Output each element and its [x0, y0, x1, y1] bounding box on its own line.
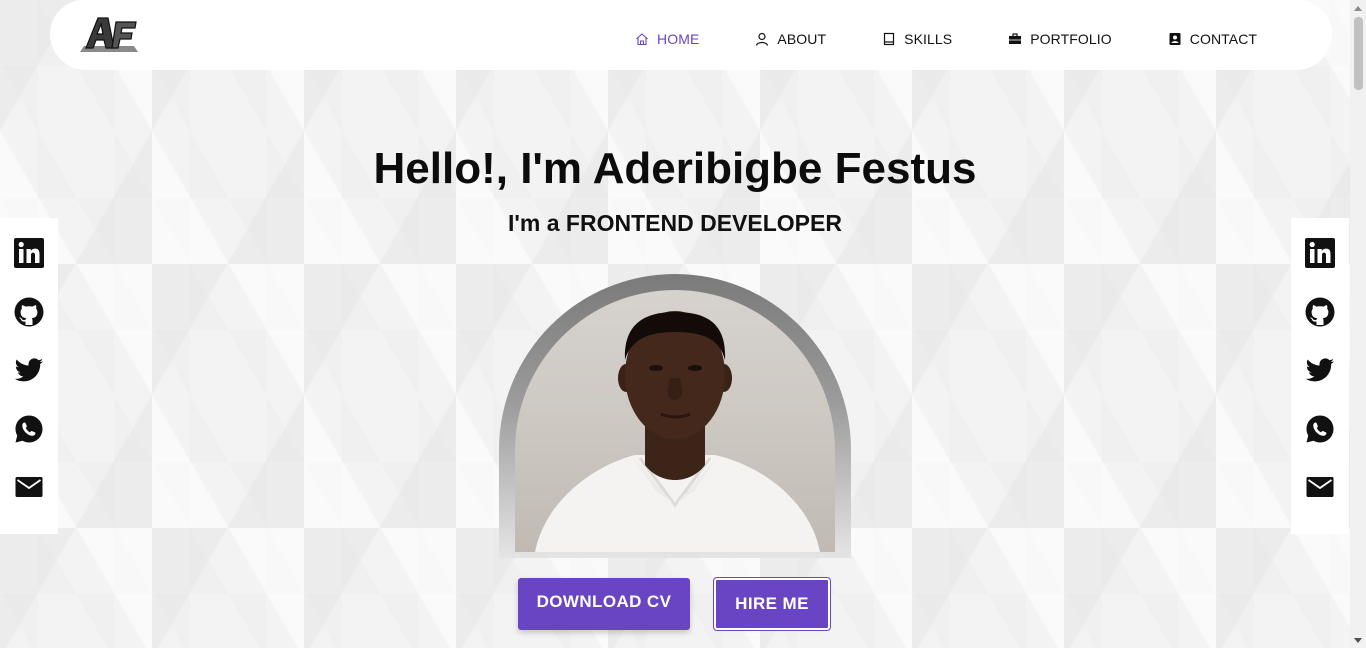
twitter-icon[interactable] [14, 355, 44, 385]
download-cv-button[interactable]: DOWNLOAD CV [518, 578, 690, 630]
nav-about-label: ABOUT [777, 31, 827, 47]
nav-contact[interactable]: CONTACT [1168, 31, 1257, 47]
nav-contact-label: CONTACT [1189, 31, 1258, 47]
social-bar-right [1291, 218, 1349, 534]
navbar: HOME ABOUT SKILLS PORTFOLIO CONTACT [50, 0, 1332, 70]
hero-title: Hello!, I'm Aderibigbe Festus [373, 144, 977, 193]
user-icon [755, 32, 769, 46]
nav-skills-label: SKILLS [904, 31, 953, 47]
hire-me-button[interactable]: HIRE ME [714, 578, 830, 630]
af-logo-icon [80, 17, 138, 52]
scroll-up-arrow-icon[interactable] [1354, 6, 1362, 11]
whatsapp-icon[interactable] [1305, 414, 1335, 444]
nav-portfolio-label: PORTFOLIO [1030, 31, 1112, 47]
logo[interactable] [78, 14, 140, 54]
scroll-thumb[interactable] [1354, 17, 1363, 90]
book-icon [882, 32, 896, 46]
nav-about[interactable]: ABOUT [755, 31, 826, 47]
nav-links: HOME ABOUT SKILLS PORTFOLIO CONTACT [635, 31, 1257, 47]
nav-home-label: HOME [657, 31, 700, 47]
mail-icon[interactable] [1305, 472, 1335, 502]
scroll-down-arrow-icon[interactable] [1354, 638, 1362, 643]
contact-card-icon [1168, 32, 1182, 46]
linkedin-icon[interactable] [14, 238, 44, 268]
hero-subtitle: I'm a FRONTEND DEVELOPER [508, 210, 842, 236]
social-bar-left [0, 218, 58, 534]
twitter-icon[interactable] [1305, 355, 1335, 385]
page-scrollbar[interactable] [1350, 0, 1366, 648]
home-icon [635, 32, 649, 46]
nav-home[interactable]: HOME [635, 31, 699, 47]
mail-icon[interactable] [14, 472, 44, 502]
github-icon[interactable] [14, 297, 44, 327]
github-icon[interactable] [1305, 297, 1335, 327]
nav-skills[interactable]: SKILLS [882, 31, 952, 47]
whatsapp-icon[interactable] [14, 414, 44, 444]
linkedin-icon[interactable] [1305, 238, 1335, 268]
briefcase-icon [1008, 32, 1022, 46]
nav-portfolio[interactable]: PORTFOLIO [1008, 31, 1112, 47]
